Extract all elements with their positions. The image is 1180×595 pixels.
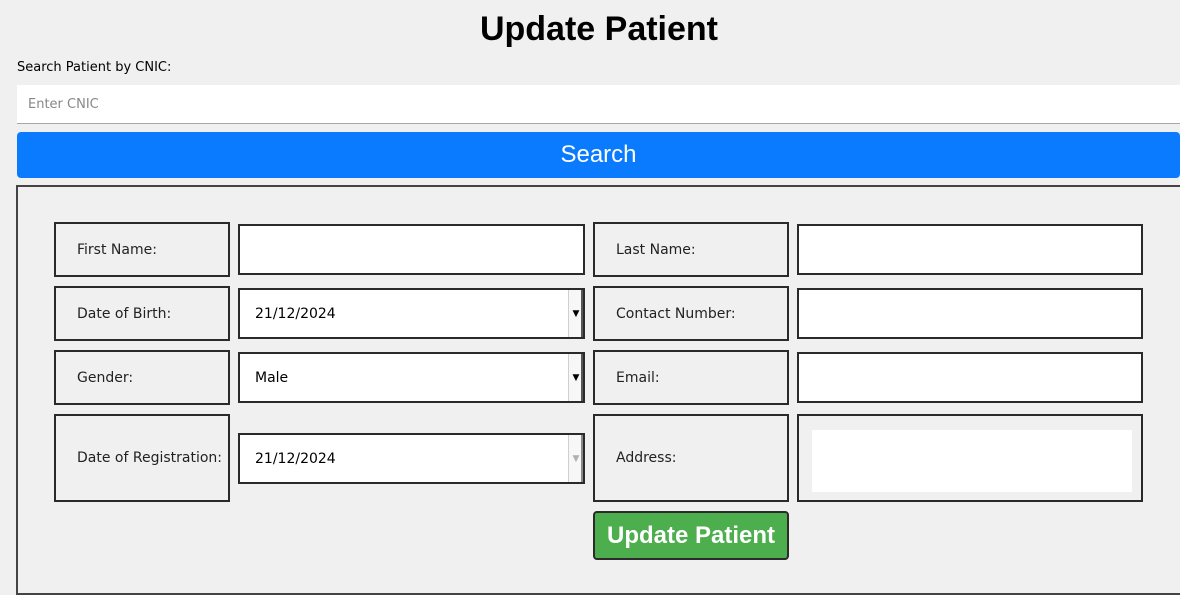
search-label: Search Patient by CNIC: [17,60,172,75]
page-title: Update Patient [479,10,719,48]
last-name-field[interactable] [797,224,1143,275]
cnic-search-input[interactable] [17,85,1180,124]
gender-select[interactable]: Male ▼ [238,352,585,403]
date-of-birth-picker[interactable]: 21/12/2024 ▼ [238,288,585,339]
contact-number-label: Contact Number: [593,286,789,341]
chevron-down-icon[interactable]: ▼ [568,435,583,482]
first-name-label: First Name: [54,222,230,277]
date-of-registration-label: Date of Registration: [54,414,230,502]
date-of-birth-value: 21/12/2024 [255,305,336,322]
chevron-down-icon[interactable]: ▼ [568,354,583,401]
search-button[interactable]: Search [17,132,1180,178]
last-name-label: Last Name: [593,222,789,277]
date-of-registration-value: 21/12/2024 [255,450,336,467]
date-of-birth-label: Date of Birth: [54,286,230,341]
chevron-down-icon[interactable]: ▼ [568,290,583,337]
gender-label: Gender: [54,350,230,405]
contact-number-field[interactable] [797,288,1143,339]
address-label: Address: [593,414,789,502]
email-field[interactable] [797,352,1143,403]
update-patient-button[interactable]: Update Patient [593,511,789,560]
email-label: Email: [593,350,789,405]
address-field-frame [797,414,1143,502]
address-field[interactable] [812,430,1132,492]
gender-value: Male [255,369,289,386]
date-of-registration-picker[interactable]: 21/12/2024 ▼ [238,433,585,484]
first-name-field[interactable] [238,224,585,275]
